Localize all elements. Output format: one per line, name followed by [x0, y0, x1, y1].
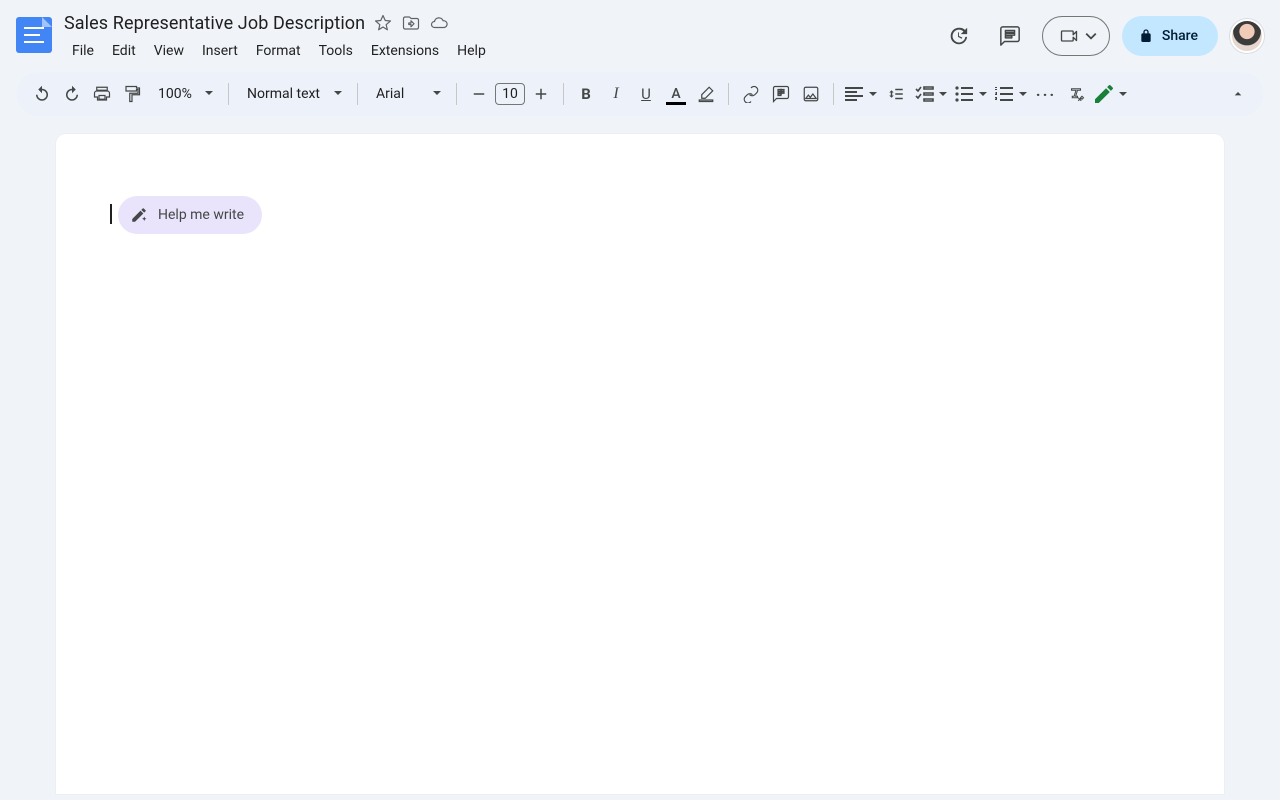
text-color-button[interactable]: A	[662, 80, 690, 108]
toolbar-separator	[563, 83, 564, 105]
titlebar: Sales Representative Job Description Fil…	[64, 9, 938, 63]
header-actions: Share	[938, 16, 1264, 56]
bold-button[interactable]: B	[572, 80, 600, 108]
clear-formatting-button[interactable]	[1062, 80, 1090, 108]
document-canvas[interactable]: Help me write	[0, 134, 1280, 794]
line-spacing-button[interactable]	[882, 80, 910, 108]
print-button[interactable]	[88, 80, 116, 108]
menu-help[interactable]: Help	[449, 39, 494, 63]
help-me-write-label: Help me write	[158, 207, 244, 223]
toolbar-separator	[357, 83, 358, 105]
last-edit-icon[interactable]	[938, 16, 978, 56]
meet-button[interactable]	[1042, 16, 1110, 56]
toolbar: 100% Normal text Arial 10 B I U A	[16, 72, 1264, 116]
font-family-select[interactable]: Arial	[366, 80, 448, 108]
insert-image-button[interactable]	[797, 80, 825, 108]
bulleted-list-button[interactable]	[952, 80, 990, 108]
pencil-icon	[1095, 85, 1113, 103]
avatar[interactable]	[1230, 19, 1264, 53]
paragraph-style-value: Normal text	[247, 86, 320, 102]
menu-tools[interactable]: Tools	[311, 39, 361, 63]
chevron-down-icon	[1116, 80, 1130, 108]
chevron-down-icon	[866, 80, 880, 108]
docs-logo-fold	[42, 17, 52, 27]
chevron-down-icon	[936, 80, 950, 108]
zoom-value: 100%	[158, 86, 192, 102]
magic-write-icon	[130, 206, 148, 224]
add-comment-button[interactable]	[767, 80, 795, 108]
toolbar-separator	[228, 83, 229, 105]
highlight-color-button[interactable]	[692, 80, 720, 108]
chevron-down-icon	[1016, 80, 1030, 108]
font-size-input[interactable]: 10	[495, 83, 525, 105]
collapse-toolbar-button[interactable]	[1224, 80, 1252, 108]
editing-mode-button[interactable]	[1092, 80, 1130, 108]
italic-button[interactable]: I	[602, 80, 630, 108]
app-header: Sales Representative Job Description Fil…	[0, 0, 1280, 64]
document-title[interactable]: Sales Representative Job Description	[64, 13, 365, 34]
toolbar-separator	[456, 83, 457, 105]
menu-insert[interactable]: Insert	[194, 39, 246, 63]
text-color-swatch	[666, 102, 686, 105]
increase-font-size-button[interactable]	[527, 80, 555, 108]
chevron-down-icon	[204, 86, 214, 102]
share-label: Share	[1162, 28, 1198, 44]
menu-format[interactable]: Format	[248, 39, 309, 63]
docs-logo-icon[interactable]	[16, 17, 52, 53]
title-row: Sales Representative Job Description	[64, 9, 938, 37]
font-size-group: 10	[465, 80, 555, 108]
menu-extensions[interactable]: Extensions	[363, 39, 447, 63]
chevron-down-icon	[976, 80, 990, 108]
numbered-list-button[interactable]	[992, 80, 1030, 108]
checklist-button[interactable]	[912, 80, 950, 108]
chevron-down-icon	[1085, 27, 1097, 46]
menu-bar: File Edit View Insert Format Tools Exten…	[64, 39, 938, 63]
undo-button[interactable]	[28, 80, 56, 108]
chevron-down-icon	[333, 86, 343, 102]
paint-format-button[interactable]	[118, 80, 146, 108]
text-cursor	[110, 204, 112, 224]
zoom-select[interactable]: 100%	[148, 80, 220, 108]
menu-view[interactable]: View	[146, 39, 192, 63]
move-icon[interactable]	[401, 13, 421, 33]
toolbar-separator	[833, 83, 834, 105]
help-me-write-button[interactable]: Help me write	[118, 196, 262, 234]
insert-link-button[interactable]	[737, 80, 765, 108]
star-icon[interactable]	[373, 13, 393, 33]
menu-edit[interactable]: Edit	[104, 39, 144, 63]
document-page[interactable]: Help me write	[56, 134, 1224, 794]
toolbar-separator	[728, 83, 729, 105]
align-button[interactable]	[842, 80, 880, 108]
paragraph-style-select[interactable]: Normal text	[237, 80, 349, 108]
comments-icon[interactable]	[990, 16, 1030, 56]
menu-file[interactable]: File	[64, 39, 102, 63]
font-family-value: Arial	[376, 86, 404, 102]
share-button[interactable]: Share	[1122, 16, 1218, 56]
decrease-font-size-button[interactable]	[465, 80, 493, 108]
underline-button[interactable]: U	[632, 80, 660, 108]
more-button[interactable]: ···	[1032, 80, 1060, 108]
cloud-saved-icon[interactable]	[429, 13, 449, 33]
chevron-down-icon	[432, 86, 442, 102]
redo-button[interactable]	[58, 80, 86, 108]
